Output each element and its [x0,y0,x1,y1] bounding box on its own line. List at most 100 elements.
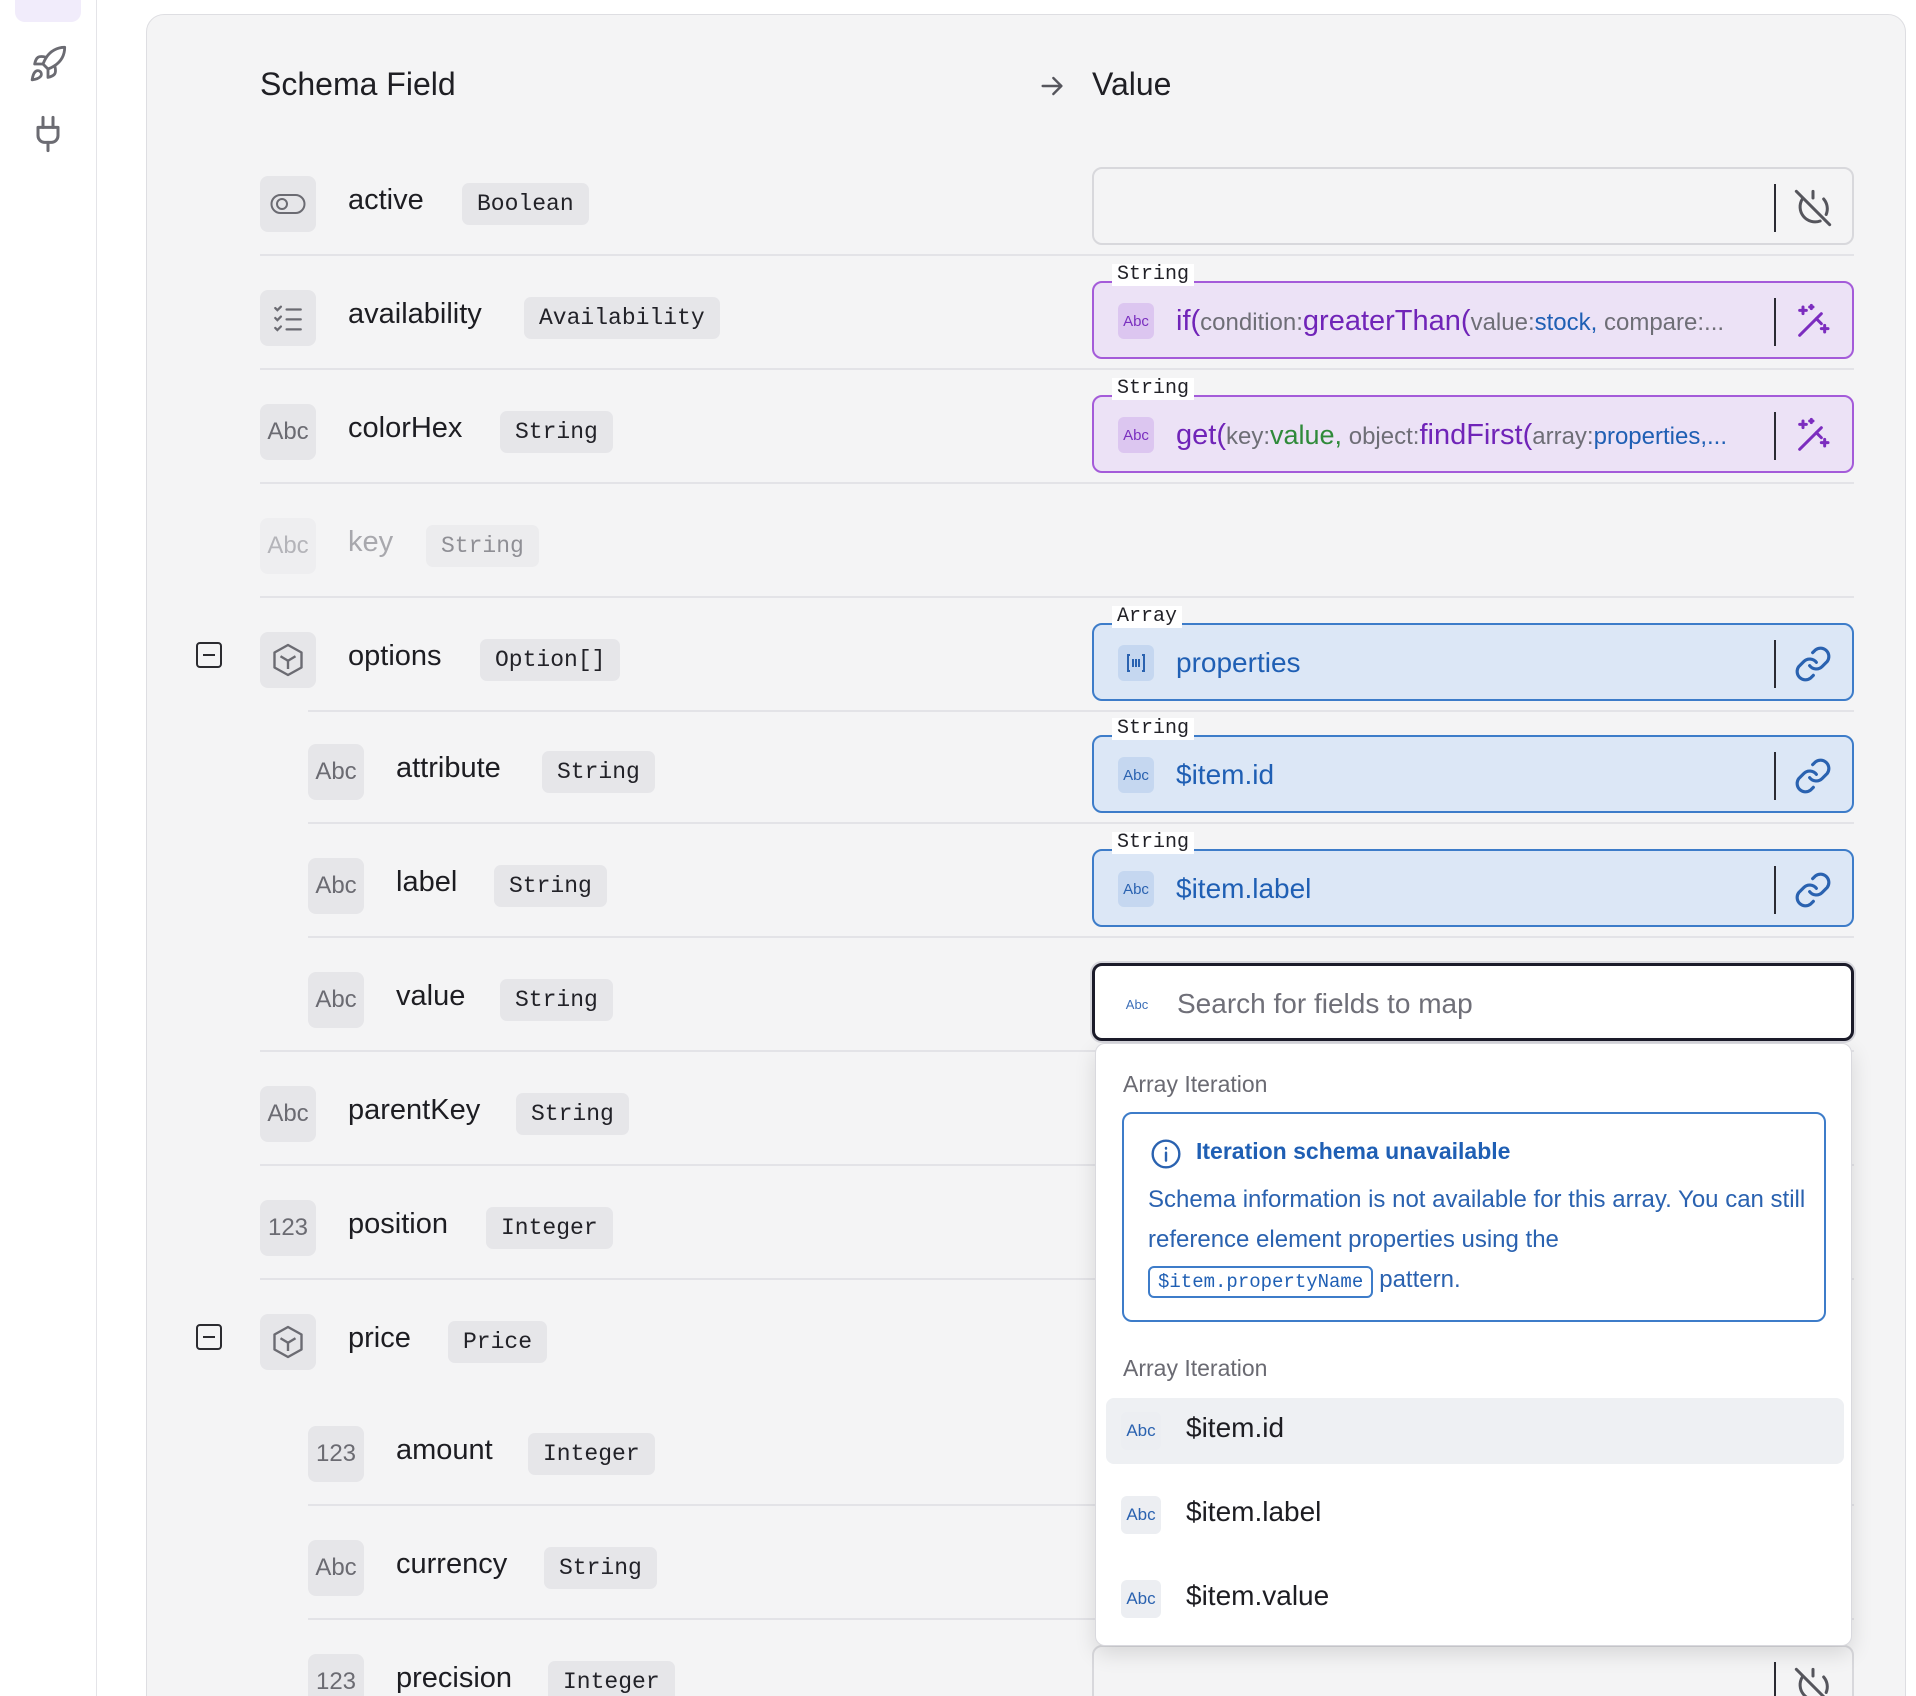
string-type-chip: Abc [1118,417,1154,453]
integer-type-icon: 123 [308,1426,364,1482]
value-type-label: String [1112,832,1195,854]
value-reference-field[interactable]: Array properties [1092,606,1854,701]
string-type-chip: Abc [1121,1412,1161,1450]
field-type-badge: String [500,979,613,1021]
string-type-icon: Abc [308,744,364,800]
link-button[interactable] [1792,755,1834,797]
string-type-chip: Abc [1118,871,1154,907]
field-type-badge: String [426,525,539,567]
checklist-icon [260,290,316,346]
value-input-empty[interactable] [1092,167,1854,245]
suggestion-label: $item.value [1186,1580,1330,1611]
link-button[interactable] [1792,869,1834,911]
value-type-label: String [1112,718,1195,740]
field-type-badge: Integer [548,1661,675,1696]
link-icon [1795,872,1831,908]
edit-expression-button[interactable] [1792,415,1834,457]
divider [1774,1662,1776,1696]
string-type-icon: Abc [260,404,316,460]
field-name: value [396,980,466,1012]
object-icon [260,632,316,688]
value-reference-field[interactable]: String Abc $item.label [1092,832,1854,927]
field-type-badge: String [500,411,613,453]
field-type-badge: Integer [528,1433,655,1475]
string-type-chip: Abc [1121,1580,1161,1618]
code-snippet: $item.propertyName [1148,1266,1374,1298]
sidebar-item-database[interactable] [15,0,81,22]
object-icon [260,1314,316,1370]
unset-value-button[interactable] [1792,187,1834,229]
string-type-chip: Abc [1118,303,1154,339]
reference-text: $item.label [1176,873,1312,904]
dropdown-section-title: Array Iteration [1123,1071,1268,1097]
power-off-icon [1794,189,1832,227]
field-type-badge: Option[] [480,639,621,681]
database-icon [15,0,81,22]
field-name: label [396,866,458,898]
collapse-toggle[interactable] [196,642,222,668]
field-row-label: Abc label String String Abc $item.label [0,824,1916,938]
field-name: availability [348,298,482,330]
reference-text: $item.id [1176,759,1275,790]
value-expression-field[interactable]: String Abc if(condition:greaterThan(valu… [1092,264,1854,359]
field-name: active [348,184,424,216]
field-search-input[interactable]: Abc Search for fields to map [1092,963,1854,1041]
string-type-icon: Abc [260,1086,316,1142]
string-type-icon: Abc [308,858,364,914]
search-placeholder: Search for fields to map [1177,988,1473,1019]
reference-text: properties [1176,647,1301,678]
field-type-badge: Boolean [462,183,589,225]
unset-value-button[interactable] [1792,1665,1834,1696]
divider [1774,640,1776,688]
info-body: Schema information is not available for … [1148,1180,1808,1300]
dropdown-section-title: Array Iteration [1123,1355,1268,1381]
magic-wand-icon [1798,303,1830,337]
divider [1774,184,1776,232]
divider [1774,752,1776,800]
info-icon [1151,1139,1181,1169]
value-expression-field[interactable]: String Abc get(key:value, object:findFir… [1092,378,1854,473]
field-name: key [348,526,394,558]
rocket-icon [30,45,67,82]
power-off-icon [1794,1667,1829,1696]
suggestion-item[interactable]: Abc $item.label [1106,1482,1844,1548]
field-type-badge: Price [448,1321,548,1363]
collapse-toggle[interactable] [196,1324,222,1350]
field-name: position [348,1208,448,1240]
field-type-badge: Integer [486,1207,613,1249]
sidebar-item-deploy[interactable] [28,44,68,84]
divider [1774,412,1776,460]
value-type-label: String [1112,264,1195,286]
field-name: attribute [396,752,501,784]
schema-field-header: Schema Field [260,66,456,102]
edit-expression-button[interactable] [1792,301,1834,343]
info-title: Iteration schema unavailable [1196,1138,1511,1164]
array-type-icon [1118,645,1154,681]
field-row-attribute: Abc attribute String String Abc $item.id [0,710,1916,824]
suggestion-item[interactable]: Abc $item.id [1106,1398,1844,1464]
link-icon [1795,646,1831,682]
suggestion-label: $item.label [1186,1496,1322,1527]
link-button[interactable] [1792,643,1834,685]
toggle-icon [260,176,316,232]
link-icon [1795,758,1831,794]
field-name: currency [396,1548,508,1580]
field-type-badge: String [544,1547,657,1589]
field-name: price [348,1322,411,1354]
arrow-right-icon [1041,76,1063,96]
string-type-icon: Abc [308,1540,364,1596]
value-reference-field[interactable]: String Abc $item.id [1092,718,1854,813]
field-suggestions-dropdown: Array Iteration Iteration schema unavail… [1095,1043,1852,1646]
field-name: options [348,640,442,672]
integer-type-icon: 123 [260,1200,316,1256]
field-row-active: active Boolean [0,142,1916,256]
value-input-empty[interactable] [1092,1645,1854,1696]
field-type-badge: Availability [524,297,720,339]
field-name: parentKey [348,1094,481,1126]
field-row-options: options Option[] Array properties [0,598,1916,712]
string-type-chip: Abc [1121,1496,1161,1534]
divider [1774,866,1776,914]
magic-wand-icon [1798,417,1830,451]
string-type-chip: Abc [1125,996,1149,1012]
suggestion-item[interactable]: Abc $item.value [1106,1566,1844,1632]
